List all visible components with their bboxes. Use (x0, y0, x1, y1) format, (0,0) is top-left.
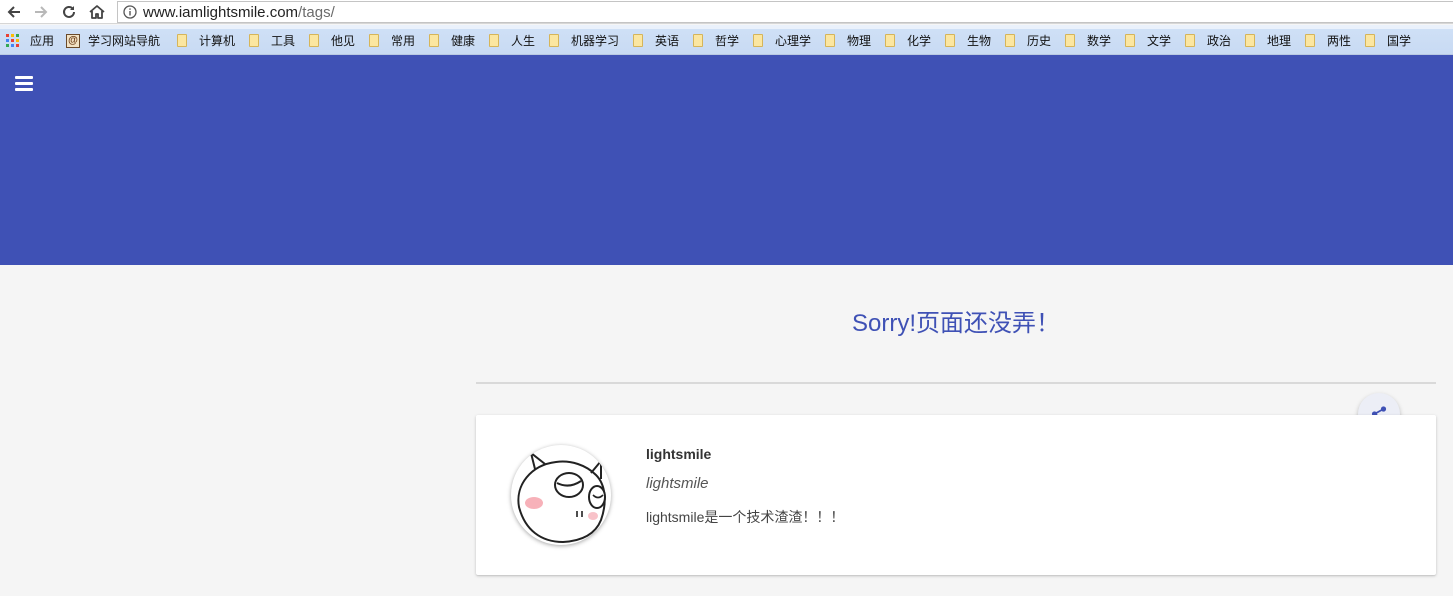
bookmark-folder[interactable]: 政治 (1185, 32, 1231, 49)
bookmark-label: 物理 (847, 34, 872, 48)
bookmark-label: 心理学 (775, 34, 812, 48)
folder-icon (825, 34, 835, 47)
url-text: www.iamlightsmile.com/tags/ (143, 4, 335, 21)
bookmark-label: 数学 (1087, 34, 1112, 48)
bookmark-folder[interactable]: 英语 (633, 32, 679, 49)
menu-icon (15, 76, 33, 91)
folder-icon (1005, 34, 1015, 47)
bookmark-label: 人生 (511, 34, 536, 48)
home-icon (89, 5, 105, 19)
avatar[interactable] (511, 445, 611, 545)
folder-icon (945, 34, 955, 47)
bookmark-label: 生物 (967, 34, 992, 48)
bookmark-label: 两性 (1327, 34, 1352, 48)
bookmark-label: 计算机 (199, 34, 236, 48)
apps-label: 应用 (30, 34, 55, 48)
bookmark-folder[interactable]: 他见 (309, 32, 355, 49)
bookmark-label: 常用 (391, 34, 416, 48)
folder-icon (429, 34, 439, 47)
bookmark-nav-site[interactable]: @ 学习网站导航 (66, 32, 160, 49)
bookmark-label: 机器学习 (571, 34, 620, 48)
bookmark-folder[interactable]: 机器学习 (549, 32, 619, 49)
bookmark-folder[interactable]: 文学 (1125, 32, 1171, 49)
bookmark-label: 健康 (451, 34, 476, 48)
bookmark-folder[interactable]: 哲学 (693, 32, 739, 49)
bookmark-label: 化学 (907, 34, 932, 48)
bookmark-folder[interactable]: 常用 (369, 32, 415, 49)
bookmark-folder[interactable]: 工具 (249, 32, 295, 49)
folder-icon (1065, 34, 1075, 47)
bookmark-folder[interactable]: 历史 (1005, 32, 1051, 49)
url-path: /tags/ (298, 4, 335, 21)
bookmark-folder[interactable]: 生物 (945, 32, 991, 49)
url-field[interactable]: www.iamlightsmile.com/tags/ (117, 1, 1453, 23)
folder-icon (369, 34, 379, 47)
url-host: www.iamlightsmile.com (143, 4, 299, 21)
bookmark-label: 历史 (1027, 34, 1052, 48)
folder-icon (549, 34, 559, 47)
reload-icon (63, 5, 75, 18)
folder-icon (1365, 34, 1375, 47)
menu-button[interactable] (15, 76, 33, 91)
bookmark-folder[interactable]: 计算机 (177, 32, 235, 49)
bookmark-label: 国学 (1387, 34, 1412, 48)
bookmark-label: 哲学 (715, 34, 740, 48)
divider (476, 382, 1436, 384)
author-card: lightsmile lightsmile lightsmile是一个技术渣渣！… (476, 415, 1436, 575)
folder-icon (1305, 34, 1315, 47)
apps-shortcut[interactable]: 应用 (6, 32, 54, 49)
reload-button[interactable] (59, 2, 79, 22)
back-arrow-icon (7, 6, 20, 18)
folder-icon (249, 34, 259, 47)
forward-arrow-icon (35, 6, 48, 18)
bookmark-folder[interactable]: 国学 (1365, 32, 1411, 49)
folder-icon (885, 34, 895, 47)
forward-button[interactable] (31, 2, 51, 22)
bookmarks-bar: 应用 @ 学习网站导航 计算机 工具 他见 常用 健康 人生 机器学习 英语 哲学 心理学 物理 化学… (0, 25, 1453, 55)
bookmark-label: 地理 (1267, 34, 1292, 48)
browser-toolbar: www.iamlightsmile.com/tags/ (0, 0, 1453, 24)
apps-grid-icon (6, 34, 19, 47)
folder-icon (1125, 34, 1135, 47)
bookmark-label: 文学 (1147, 34, 1172, 48)
back-button[interactable] (4, 2, 24, 22)
folder-icon (633, 34, 643, 47)
folder-icon (309, 34, 319, 47)
home-button[interactable] (87, 2, 107, 22)
bookmark-folder[interactable]: 健康 (429, 32, 475, 49)
page-header (0, 55, 1453, 265)
bookmark-folder[interactable]: 人生 (489, 32, 535, 49)
author-name[interactable]: lightsmile (646, 446, 711, 462)
site-favicon-icon: @ (66, 33, 80, 48)
bookmark-folder[interactable]: 地理 (1245, 32, 1291, 49)
folder-icon (753, 34, 763, 47)
bookmark-folder[interactable]: 心理学 (753, 32, 811, 49)
bookmark-folder[interactable]: 两性 (1305, 32, 1351, 49)
bookmark-label: 政治 (1207, 34, 1232, 48)
folder-icon (177, 34, 187, 47)
folder-icon (1245, 34, 1255, 47)
info-icon[interactable] (123, 5, 137, 19)
bookmark-label: 工具 (271, 34, 296, 48)
bookmark-label: 他见 (331, 34, 356, 48)
bookmark-label: 学习网站导航 (88, 34, 161, 48)
author-bio: lightsmile是一个技术渣渣！！！ (646, 509, 845, 525)
page-message: Sorry!页面还没弄！ (851, 310, 1060, 337)
bookmark-folder[interactable]: 化学 (885, 32, 931, 49)
avatar-image (517, 450, 606, 544)
folder-icon (489, 34, 499, 47)
bookmark-label: 英语 (655, 34, 680, 48)
bookmark-folder[interactable]: 数学 (1065, 32, 1111, 49)
author-subtitle: lightsmile (646, 475, 709, 492)
bookmark-folder[interactable]: 物理 (825, 32, 871, 49)
folder-icon (1185, 34, 1195, 47)
folder-icon (693, 34, 703, 47)
